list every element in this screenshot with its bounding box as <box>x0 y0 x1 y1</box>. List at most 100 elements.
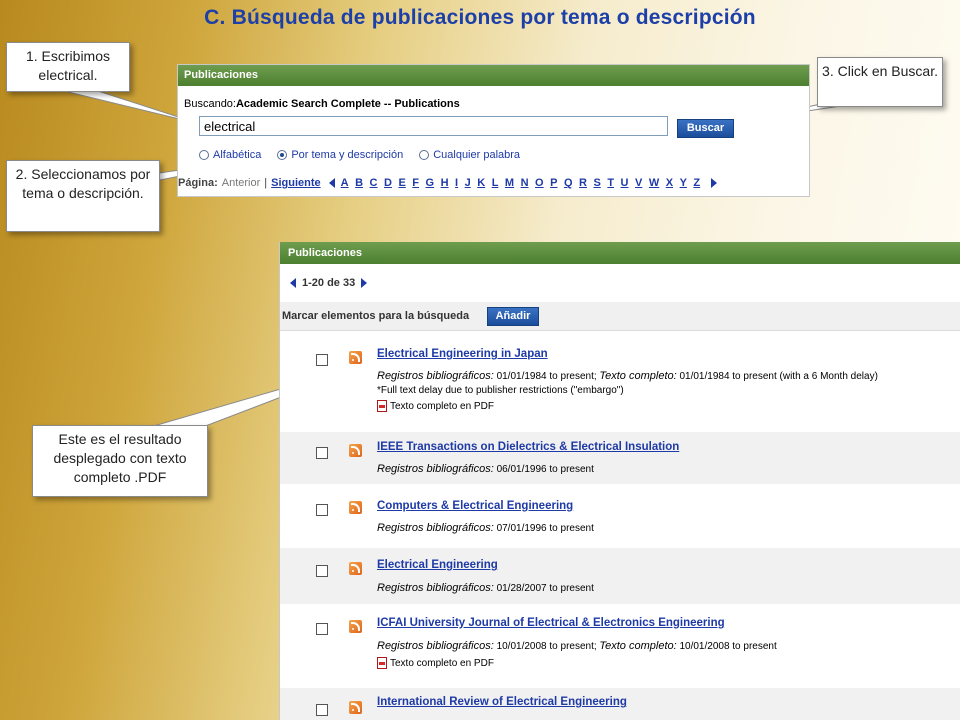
fulltext-label: Texto completo: <box>599 640 677 652</box>
search-input[interactable] <box>199 116 668 136</box>
letter-link-f[interactable]: F <box>412 177 419 189</box>
callout-step3: 3. Click en Buscar. <box>817 57 943 107</box>
rss-icon[interactable] <box>349 501 362 514</box>
result-title-link[interactable]: International Review of Electrical Engin… <box>377 696 627 708</box>
result-coverage: Registros bibliográficos: 01/01/1984 to … <box>377 370 878 382</box>
result-row: Computers & Electrical Engineering Regis… <box>280 487 960 545</box>
result-row: Electrical Engineering in Japan Registro… <box>280 332 960 424</box>
result-checkbox[interactable] <box>316 504 328 516</box>
result-coverage: Registros bibliográficos: 10/01/2008 to … <box>377 640 777 652</box>
result-title-link[interactable]: Electrical Engineering <box>377 559 498 571</box>
result-checkbox[interactable] <box>316 704 328 716</box>
letter-link-k[interactable]: K <box>477 177 485 189</box>
rss-icon[interactable] <box>349 351 362 364</box>
arrow-right-icon[interactable] <box>710 178 717 188</box>
alphabet-links: ABCDEFGHIJKLMNOPQRSTUVWXYZ <box>341 177 707 189</box>
letter-link-v[interactable]: V <box>635 177 642 189</box>
letter-link-j[interactable]: J <box>465 177 471 189</box>
rss-icon[interactable] <box>349 444 362 457</box>
fulltext-value: 10/01/2008 to present <box>679 641 777 652</box>
letter-link-m[interactable]: M <box>505 177 514 189</box>
letter-link-z[interactable]: Z <box>693 177 700 189</box>
page-label: Página: <box>178 177 218 189</box>
result-checkbox[interactable] <box>316 623 328 635</box>
letter-link-n[interactable]: N <box>521 177 529 189</box>
arrow-left-icon[interactable] <box>328 178 335 188</box>
result-checkbox[interactable] <box>316 354 328 366</box>
fulltext-value: 01/01/1984 to present (with a 6 Month de… <box>679 371 878 382</box>
search-button[interactable]: Buscar <box>677 119 734 138</box>
previous-link[interactable]: Anterior <box>222 177 261 189</box>
letter-link-q[interactable]: Q <box>564 177 573 189</box>
coverage-label: Registros bibliográficos: <box>377 582 494 594</box>
letter-link-y[interactable]: Y <box>680 177 687 189</box>
rss-icon[interactable] <box>349 562 362 575</box>
coverage-value: 10/01/2008 to present; <box>496 641 597 652</box>
radio-alphabetic-label: Alfabética <box>213 149 262 161</box>
search-mode-options: Alfabética Por tema y descripción Cualqu… <box>199 149 536 161</box>
result-title-link[interactable]: ICFAI University Journal of Electrical &… <box>377 617 725 629</box>
letter-link-x[interactable]: X <box>666 177 673 189</box>
result-checkbox[interactable] <box>316 565 328 577</box>
coverage-value: 01/28/2007 to present <box>496 583 594 594</box>
result-coverage: Registros bibliográficos: 06/01/1996 to … <box>377 463 594 475</box>
radio-by-subject-dot[interactable] <box>277 150 288 160</box>
result-title-link[interactable]: IEEE Transactions on Dielectrics & Elect… <box>377 441 679 453</box>
results-panel: Publicaciones 1-20 de 33 Marcar elemento… <box>279 242 960 720</box>
radio-any-word-label: Cualquier palabra <box>433 149 521 161</box>
results-panel-header: Publicaciones <box>280 242 960 264</box>
letter-link-b[interactable]: B <box>355 177 363 189</box>
radio-any-word-dot[interactable] <box>419 150 430 160</box>
embargo-note: *Full text delay due to publisher restri… <box>377 385 624 396</box>
result-title-link[interactable]: Computers & Electrical Engineering <box>377 500 573 512</box>
coverage-value: 06/01/1996 to present <box>496 464 594 475</box>
next-link[interactable]: Siguiente <box>271 177 321 189</box>
callout-result-note: Este es el resultado desplegado con text… <box>32 425 208 497</box>
add-button[interactable]: Añadir <box>487 307 539 326</box>
letter-link-a[interactable]: A <box>341 177 349 189</box>
arrow-left-icon[interactable] <box>290 278 296 288</box>
searching-line: Buscando:Academic Search Complete -- Pub… <box>184 98 460 110</box>
radio-any-word[interactable]: Cualquier palabra <box>419 149 520 161</box>
coverage-value: 07/01/1996 to present <box>496 523 594 534</box>
coverage-label: Registros bibliográficos: <box>377 522 494 534</box>
result-row: Electrical Engineering Registros bibliog… <box>280 548 960 604</box>
letter-link-h[interactable]: H <box>441 177 449 189</box>
result-checkbox[interactable] <box>316 447 328 459</box>
result-title-link[interactable]: Electrical Engineering in Japan <box>377 348 548 360</box>
letter-link-p[interactable]: P <box>550 177 557 189</box>
letter-link-l[interactable]: L <box>492 177 499 189</box>
search-panel: Publicaciones Buscando:Academic Search C… <box>177 64 810 197</box>
searching-label: Buscando: <box>184 98 236 110</box>
letter-link-i[interactable]: I <box>455 177 458 189</box>
letter-link-c[interactable]: C <box>370 177 378 189</box>
mark-items-label: Marcar elementos para la búsqueda <box>282 310 470 322</box>
letter-link-r[interactable]: R <box>579 177 587 189</box>
fulltext-label: Texto completo: <box>599 370 677 382</box>
letter-link-o[interactable]: O <box>535 177 544 189</box>
rss-icon[interactable] <box>349 701 362 714</box>
pdf-fulltext-link[interactable]: Texto completo en PDF <box>377 657 494 669</box>
radio-alphabetic[interactable]: Alfabética <box>199 149 261 161</box>
arrow-right-icon[interactable] <box>361 278 368 288</box>
pdf-fulltext-link[interactable]: Texto completo en PDF <box>377 400 494 412</box>
letter-link-t[interactable]: T <box>607 177 614 189</box>
result-row: ICFAI University Journal of Electrical &… <box>280 606 960 686</box>
letter-link-s[interactable]: S <box>593 177 600 189</box>
result-row: International Review of Electrical Engin… <box>280 688 960 720</box>
pdf-fulltext-label: Texto completo en PDF <box>390 657 494 669</box>
mark-items-bar: Marcar elementos para la búsqueda Añadir <box>280 302 960 331</box>
letter-link-u[interactable]: U <box>621 177 629 189</box>
letter-link-d[interactable]: D <box>384 177 392 189</box>
searching-database: Academic Search Complete -- Publications <box>235 98 460 110</box>
callout-step2: 2. Seleccionamos por tema o descripción. <box>6 160 160 232</box>
callout-step1: 1. Escribimos electrical. <box>6 42 130 92</box>
radio-alphabetic-dot[interactable] <box>199 150 209 160</box>
pdf-icon <box>377 657 387 669</box>
letter-link-e[interactable]: E <box>398 177 405 189</box>
letter-link-w[interactable]: W <box>649 177 659 189</box>
rss-icon[interactable] <box>349 620 362 633</box>
letter-link-g[interactable]: G <box>426 177 435 189</box>
radio-by-subject[interactable]: Por tema y descripción <box>277 149 403 161</box>
search-panel-header: Publicaciones <box>178 65 809 86</box>
